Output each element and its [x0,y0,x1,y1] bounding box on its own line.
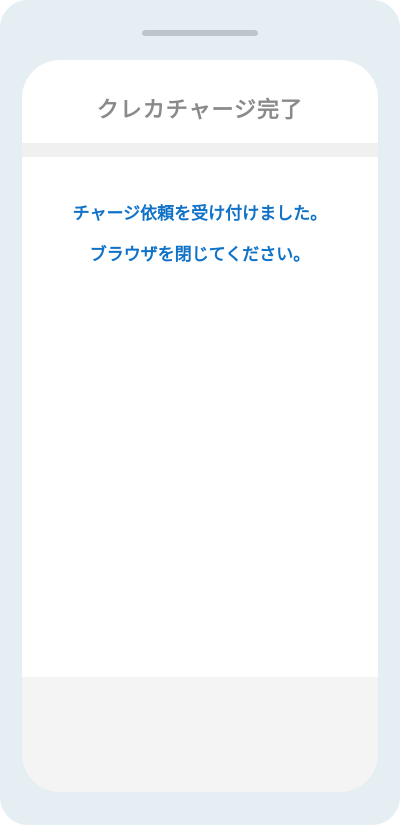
phone-frame: クレカチャージ完了 チャージ依頼を受け付けました。 ブラウザを閉じてください。 [0,0,400,825]
page-header: クレカチャージ完了 [22,60,378,143]
page-title: クレカチャージ完了 [96,97,304,123]
phone-speaker [142,30,258,36]
header-divider [22,143,378,157]
completion-message: チャージ依頼を受け付けました。 [72,204,328,224]
close-browser-message: ブラウザを閉じてください。 [89,245,311,265]
footer-area [22,677,378,792]
phone-screen: クレカチャージ完了 チャージ依頼を受け付けました。 ブラウザを閉じてください。 [22,60,378,792]
main-content: チャージ依頼を受け付けました。 ブラウザを閉じてください。 [22,157,378,677]
